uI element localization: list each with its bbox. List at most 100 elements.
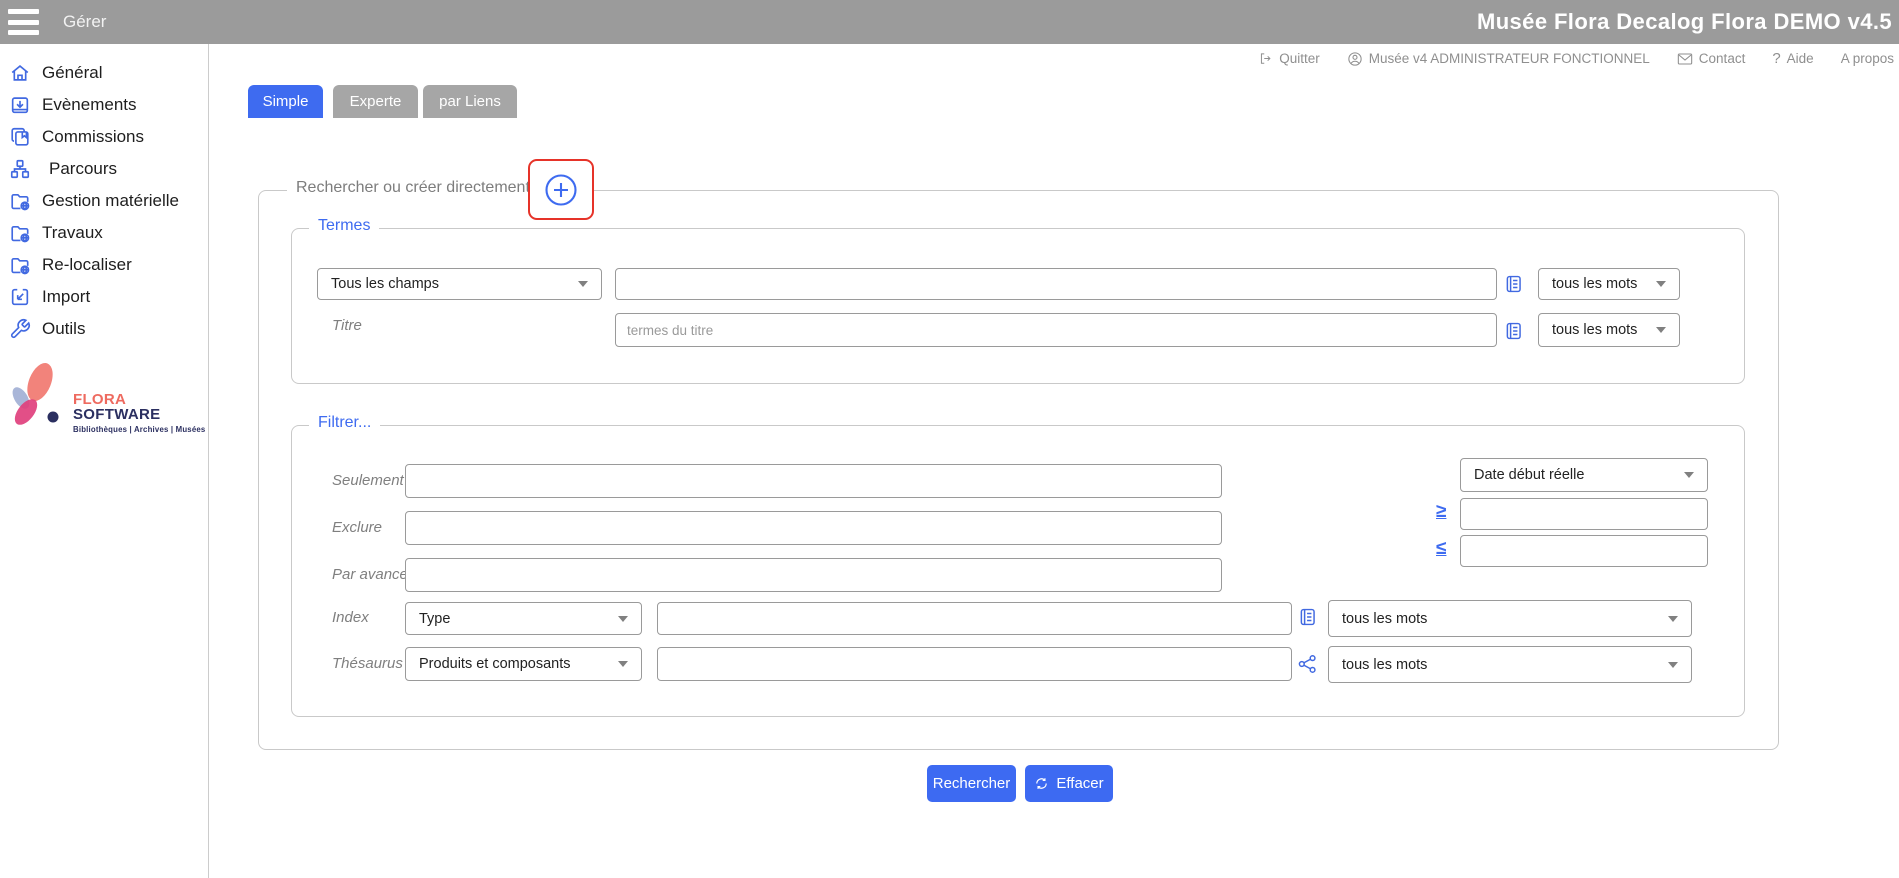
termes-fieldset: Termes [291,228,1745,384]
index-match-select[interactable]: tous les mots [1328,600,1692,637]
titre-label: Titre [332,317,362,334]
sidebar-item-import[interactable]: Import [9,281,202,313]
logout-icon [1258,51,1273,66]
sidebar-item-travaux[interactable]: Travaux [9,217,202,249]
sidebar-item-label: Import [42,287,90,307]
index-input[interactable] [657,602,1292,635]
sidebar-item-parcours[interactable]: Parcours [9,153,202,185]
greater-equal-toggle[interactable]: ≥ [1436,502,1446,521]
sidebar-item-label: Parcours [42,159,117,179]
tab-experte[interactable]: Experte [333,85,418,118]
index-label: Index [332,609,369,626]
copy-bookmark-icon [9,126,31,148]
flora-software-logo: FLORA SOFTWARE Bibliothèques | Archives … [0,362,208,442]
rechercher-label: Rechercher [933,775,1011,792]
index-match-value: tous les mots [1342,611,1427,627]
home-icon [9,62,31,84]
index-select-value: Type [419,611,450,627]
folder-globe-icon [9,190,31,212]
contact-label: Contact [1699,51,1746,66]
search-create-legend: Rechercher ou créer directement [287,179,539,197]
sidebar-item-gestion-materielle[interactable]: Gestion matérielle [9,185,202,217]
help-icon: ? [1772,50,1780,67]
folder-globe-icon [9,254,31,276]
tab-simple[interactable]: Simple [248,85,323,118]
tab-par-liens[interactable]: par Liens [423,85,517,118]
user-account[interactable]: Musée v4 ADMINISTRATEUR FONCTIONNEL [1347,51,1650,67]
book-icon [1503,320,1524,342]
chevron-down-icon [618,661,628,667]
filtrer-legend: Filtrer... [309,414,380,432]
titre-index-lookup-button[interactable] [1503,320,1524,347]
effacer-label: Effacer [1056,775,1103,792]
less-equal-toggle[interactable]: ≤ [1436,539,1446,558]
sidebar-item-label: Outils [42,319,85,339]
sidebar-item-label: Re-localiser [42,255,132,275]
brand-second: SOFTWARE [73,406,160,423]
sidebar-item-re-localiser[interactable]: Re-localiser [9,249,202,281]
sidebar-nav: Général Evènements Commissions Parcours … [9,57,202,345]
flora-petals-icon [6,362,68,432]
sidebar-item-commissions[interactable]: Commissions [9,121,202,153]
date-to-input[interactable] [1460,535,1708,567]
field-select-value: Tous les champs [331,276,439,292]
seulement-input[interactable] [405,464,1222,498]
date-field-select[interactable]: Date début réelle [1460,458,1708,492]
plus-circle-icon [543,172,579,208]
sidebar-item-label: Evènements [42,95,137,115]
aide-label: Aide [1787,51,1814,66]
user-label: Musée v4 ADMINISTRATEUR FONCTIONNEL [1369,51,1650,66]
chevron-down-icon [1656,327,1666,333]
thesaurus-match-select[interactable]: tous les mots [1328,646,1692,683]
refresh-icon [1034,776,1049,791]
seulement-label: Seulement [332,472,404,489]
date-from-input[interactable] [1460,498,1708,530]
exclure-label: Exclure [332,519,382,536]
par-avancement-input[interactable] [405,558,1222,592]
chevron-down-icon [578,281,588,287]
thesaurus-browse-button[interactable] [1297,653,1318,680]
chevron-down-icon [1656,281,1666,287]
sidebar-item-evenements[interactable]: Evènements [9,89,202,121]
sitemap-icon [9,158,31,180]
logo-tagline: Bibliothèques | Archives | Musées [73,426,208,434]
app-title: Musée Flora Decalog Flora DEMO v4.5 [1477,0,1892,44]
rechercher-button[interactable]: Rechercher [927,765,1016,802]
index-select[interactable]: Type [405,602,642,635]
index-row-lookup-button[interactable] [1297,606,1318,633]
field-select[interactable]: Tous les champs [317,268,602,300]
chevron-down-icon [1684,472,1694,478]
hamburger-menu-icon[interactable] [8,9,39,35]
archive-down-icon [9,94,31,116]
app-window: Gérer Musée Flora Decalog Flora DEMO v4.… [0,0,1899,878]
import-box-icon [9,286,31,308]
term-match-value: tous les mots [1552,276,1637,292]
aide-link[interactable]: ? Aide [1772,50,1813,67]
term-match-select[interactable]: tous les mots [1538,268,1680,300]
effacer-button[interactable]: Effacer [1025,765,1113,802]
exclure-input[interactable] [405,511,1222,545]
index-lookup-button[interactable] [1503,273,1524,300]
person-circle-icon [1347,51,1363,67]
sidebar-item-general[interactable]: Général [9,57,202,89]
titre-input[interactable] [615,313,1497,347]
thesaurus-select[interactable]: Produits et composants [405,647,642,681]
quitter-label: Quitter [1279,51,1320,66]
menu-label: Gérer [63,0,106,44]
logo-text: FLORA SOFTWARE Bibliothèques | Archives … [73,392,208,434]
chevron-down-icon [618,616,628,622]
book-icon [1503,273,1524,295]
titre-match-select[interactable]: tous les mots [1538,313,1680,347]
sidebar-item-outils[interactable]: Outils [9,313,202,345]
term-input[interactable] [615,268,1497,300]
contact-link[interactable]: Contact [1677,51,1746,66]
thesaurus-input[interactable] [657,647,1292,681]
thesaurus-label: Thésaurus [332,655,403,672]
a-propos-link[interactable]: A propos [1841,51,1894,66]
wrench-icon [9,318,31,340]
top-bar: Gérer Musée Flora Decalog Flora DEMO v4.… [0,0,1899,44]
create-record-button[interactable] [543,172,579,208]
quitter-link[interactable]: Quitter [1258,51,1320,66]
chevron-down-icon [1668,616,1678,622]
a-propos-label: A propos [1841,51,1894,66]
